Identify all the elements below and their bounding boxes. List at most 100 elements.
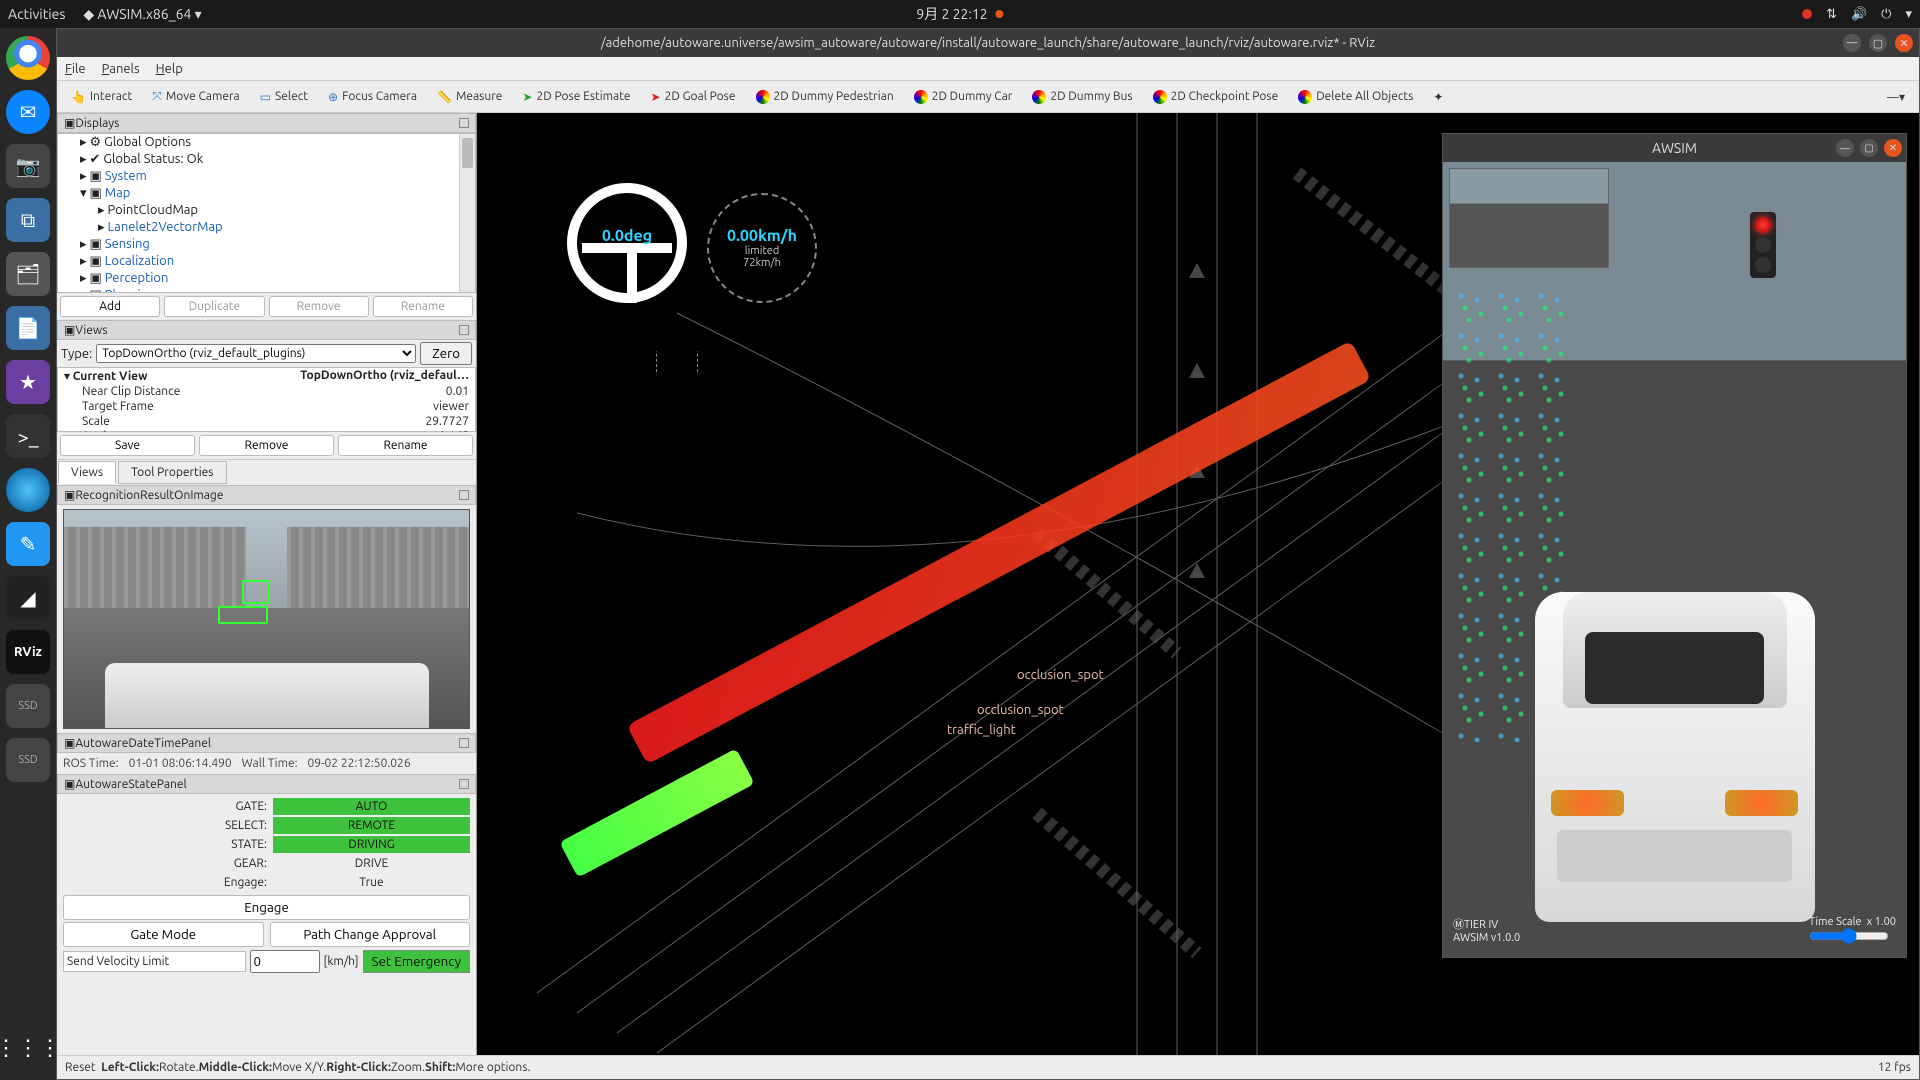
tool-delete-all[interactable]: Delete All Objects [1290,87,1421,107]
record-indicator-icon[interactable] [1802,9,1812,19]
editor-icon[interactable]: ✎ [6,522,50,566]
clock[interactable]: 9月 2 22:12 [916,4,987,24]
datetime-header[interactable]: ▣ AutowareDateTimePanel [57,733,476,753]
remove-view-button[interactable]: Remove [199,435,334,456]
views-header[interactable]: ▣ Views [57,320,476,340]
tool-plus[interactable]: ✦ [1425,87,1451,107]
tool-select[interactable]: ▭Select [252,87,316,107]
gear-status: DRIVE [273,855,470,872]
menu-file[interactable]: File [65,62,86,76]
app-menu[interactable]: ◆ AWSIM.x86_64 ▾ [83,6,201,23]
set-emergency-button[interactable]: Set Emergency [363,950,470,973]
volume-icon[interactable]: 🔊 [1851,7,1867,22]
awsim-close-icon[interactable]: ✕ [1884,139,1902,157]
fps-label: 12 fps [1878,1061,1911,1074]
power-icon[interactable]: ⏻ [1881,7,1891,22]
unity-icon[interactable]: ◢ [6,576,50,620]
hud-steering-wheel: 0.0deg [567,183,687,303]
star-app-icon[interactable]: ★ [6,360,50,404]
cheese-icon[interactable]: 📷 [6,144,50,188]
screenshot-icon[interactable]: ⧉ [6,198,50,242]
engage-status: True [273,874,470,891]
tool-focus-camera[interactable]: ⊕Focus Camera [320,87,425,107]
menu-panels[interactable]: Panels [102,62,140,76]
tool-pose-estimate[interactable]: ➤2D Pose Estimate [514,87,638,107]
awsim-viewport[interactable]: ⓂTIER IVAWSIM v1.0.0 Time Scale x 1.00 [1443,162,1906,957]
velocity-unit: [km/h] [324,955,359,968]
notification-dot-icon [996,10,1004,18]
recognition-header[interactable]: ▣ RecognitionResultOnImage [57,485,476,505]
show-apps-icon[interactable]: ⋮⋮⋮ [6,1026,50,1070]
yellow-lamp-icon [1755,237,1771,253]
red-lamp-icon [1755,217,1771,233]
velocity-input[interactable] [250,950,320,973]
engage-button[interactable]: Engage [63,895,470,920]
tool-checkpoint-pose[interactable]: 2D Checkpoint Pose [1145,87,1287,107]
toolbar: 👆Interact ⤧Move Camera ▭Select ⊕Focus Ca… [57,81,1919,113]
tab-views[interactable]: Views [58,461,116,484]
rviz-titlebar[interactable]: /adehome/autoware.universe/awsim_autowar… [57,29,1919,57]
rename-view-button[interactable]: Rename [338,435,473,456]
camera-view [63,509,470,729]
hud-speedometer: 0.00km/h limited 72km/h [707,193,817,303]
state-panel-header[interactable]: ▣ AutowareStatePanel [57,774,476,794]
thunderbird-icon[interactable]: ✉ [6,90,50,134]
add-button[interactable]: Add [60,296,160,317]
tool-dummy-car[interactable]: 2D Dummy Car [906,87,1021,107]
activities-button[interactable]: Activities [8,6,65,23]
tool-goal-pose[interactable]: ➤2D Goal Pose [643,87,744,107]
awsim-hud: ⓂTIER IVAWSIM v1.0.0 Time Scale x 1.00 [1453,916,1896,947]
gate-status: AUTO [273,798,470,815]
tool-measure[interactable]: 📏Measure [429,87,510,107]
duplicate-button: Duplicate [164,296,264,317]
hud-turn-signals [567,333,787,393]
datetime-panel: ROS Time:01-01 08:06:14.490 Wall Time:09… [57,753,476,774]
right-arrow-icon [697,333,787,393]
files-icon[interactable]: 🗂 [6,252,50,296]
awsim-minimize-icon[interactable]: — [1836,139,1854,157]
reset-link[interactable]: Reset [65,1061,96,1074]
tool-minus[interactable]: —▾ [1879,87,1913,107]
viewport-3d[interactable]: occlusion_spot occlusion_spot traffic_li… [477,113,1919,1055]
window-title: /adehome/autoware.universe/awsim_autowar… [601,36,1375,50]
statusbar: Reset Left-Click: Rotate. Middle-Click: … [57,1055,1919,1079]
chevron-down-icon[interactable]: ▾ [1905,7,1912,22]
tool-dummy-bus[interactable]: 2D Dummy Bus [1024,87,1140,107]
zero-button[interactable]: Zero [420,342,472,365]
map-label-occlusion2: occlusion_spot [977,703,1064,717]
rviz-icon[interactable]: RViz [6,630,50,674]
terminal-icon[interactable]: >_ [6,414,50,458]
menu-help[interactable]: Help [156,62,183,76]
close-icon[interactable]: ✕ [1895,34,1913,52]
tool-interact[interactable]: 👆Interact [63,87,140,107]
scrollbar[interactable] [459,134,475,292]
save-view-button[interactable]: Save [60,435,195,456]
gate-mode-button[interactable]: Gate Mode [63,922,264,947]
tool-dummy-pedestrian[interactable]: 2D Dummy Pedestrian [748,87,902,107]
rename-button: Rename [373,296,473,317]
sim-vehicle [1535,592,1815,922]
tool-move-camera[interactable]: ⤧Move Camera [144,87,247,107]
drive-icon[interactable]: SSD [6,684,50,728]
view-type-select[interactable]: TopDownOrtho (rviz_default_plugins) [96,344,416,363]
green-lamp-icon [1755,257,1771,273]
remove-button: Remove [269,296,369,317]
globe-icon[interactable] [6,468,50,512]
displays-header[interactable]: ▣ Displays [57,113,476,133]
map-label-traffic-light: traffic_light [947,723,1016,737]
picture-in-picture [1449,168,1609,268]
network-icon[interactable]: ⇅ [1826,7,1837,22]
displays-tree[interactable]: ▸ ⚙ Global Options ▸ ✔ Global Status: Ok… [57,133,476,293]
awsim-window[interactable]: AWSIM — ▢ ✕ [1442,133,1907,958]
libreoffice-icon[interactable]: 📄 [6,306,50,350]
tab-tool-properties[interactable]: Tool Properties [118,461,226,484]
time-scale-slider[interactable] [1809,928,1889,944]
awsim-maximize-icon[interactable]: ▢ [1860,139,1878,157]
chrome-icon[interactable] [6,36,50,80]
drive-icon-2[interactable]: SSD [6,738,50,782]
path-approval-button[interactable]: Path Change Approval [270,922,471,947]
awsim-titlebar[interactable]: AWSIM — ▢ ✕ [1443,134,1906,162]
maximize-icon[interactable]: ▢ [1869,34,1887,52]
minimize-icon[interactable]: — [1843,34,1861,52]
state-panel: GATE:AUTO SELECT:REMOTE STATE:DRIVING GE… [57,794,476,975]
